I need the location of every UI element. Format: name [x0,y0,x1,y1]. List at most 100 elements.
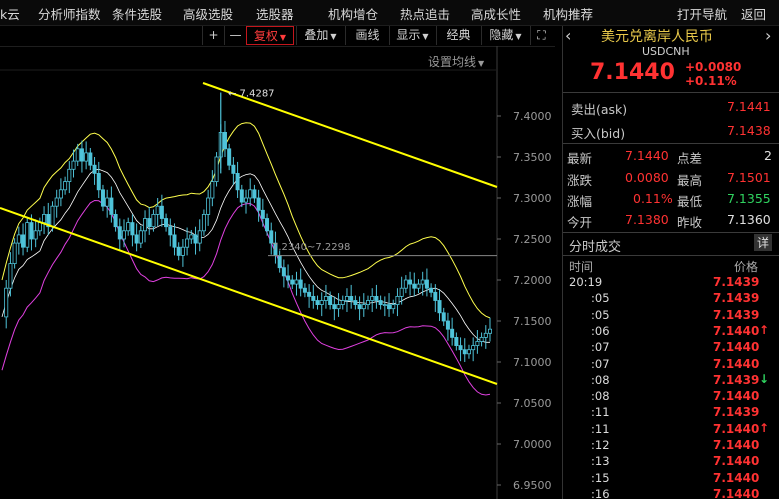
tick-price: 7.1440 [713,340,760,355]
menu-item-institution-add[interactable]: 机构增仓 [328,4,378,23]
menu-item-back[interactable]: 返回 [741,4,766,23]
classic-button[interactable]: 经典 [436,26,480,45]
candle-body [100,189,105,207]
tick-price: 7.1439 [713,307,760,322]
zoom-in-button[interactable]: + [202,26,224,45]
high-value: 7.1501 [727,170,771,185]
candle-body [298,279,303,289]
menu-item-analyst-index[interactable]: 分析师指数 [38,4,101,23]
expand-icon[interactable]: ⛶ [530,26,552,45]
candle-body [210,181,215,199]
hide-button[interactable]: 隐藏 ▼ [481,26,529,45]
draw-line-button[interactable]: 画线 [345,26,389,45]
prev-close-value: 7.1360 [727,212,771,227]
y-tick-label: 6.9500 [513,479,552,492]
pct-label: 涨幅 [567,194,593,209]
candle-body [277,254,282,269]
tick-price: 7.1439 [713,291,760,306]
candle-body [50,205,55,228]
candle-body [416,283,421,289]
menu-item-institution-pick[interactable]: 机构推荐 [543,4,593,23]
range-annotation: 7.2340~7.2298 [272,242,350,253]
ticks-detail-button[interactable]: 详 [754,234,773,251]
menu-item-screener[interactable]: 选股器 [256,4,294,23]
tick-time: :16 [591,486,610,499]
tick-time: :15 [591,470,610,485]
candle-body [265,218,270,232]
candle-body [466,349,471,355]
candle-body [92,164,97,174]
candle-body [458,345,463,351]
candle-body [328,295,333,305]
overlay-label: 叠加 [304,28,329,42]
candle-body [42,213,47,223]
time-header: 时间 [569,260,594,274]
divider [563,143,779,144]
candle-body [117,226,122,240]
candle-body [387,304,392,310]
display-button[interactable]: 显示 ▼ [389,26,435,45]
menu-item-condition-screen[interactable]: 条件选股 [112,4,162,23]
lower-band-line [1,199,491,396]
y-tick-label: 7.1500 [513,315,552,328]
next-instrument-icon[interactable]: › [765,26,771,45]
zoom-out-button[interactable]: — [224,26,246,45]
candle-body [471,345,476,351]
arrow-down-icon: ↓ [759,371,770,386]
kline-chart[interactable]: 7.4000 7.3500 7.3000 7.2500 7.2000 7.1500 7.10… [0,46,555,499]
instrument-code: USDCNH [642,45,690,58]
candlestick-chart-svg[interactable]: 7.4000 7.3500 7.3000 7.2500 7.2000 7.1500 7.10… [0,46,555,499]
candle-body [340,300,345,305]
candle-body [197,230,202,244]
candle-body [189,234,194,240]
candle-body [323,295,328,301]
menu-item-advanced-screen[interactable]: 高级选股 [183,4,233,23]
candle-body [113,213,118,228]
chevron-down-icon: ▼ [515,32,522,41]
indicator-setting-label: 设置均线 [428,55,477,69]
tick-time: :11 [591,421,610,436]
candle-body [96,173,101,191]
candle-body [420,279,425,285]
menu-item-cloud[interactable]: k云 [0,4,20,23]
ask-value: 7.1441 [727,99,771,114]
candle-body [408,279,413,285]
candle-body [365,300,370,305]
candle-body [16,234,21,244]
tick-price: 7.1440 [713,470,760,485]
divider [563,255,779,256]
candle-body [332,304,337,310]
divider [563,232,779,233]
quote-panel: ‹ 美元兑离岸人民币 › USDCNH 7.1440 +0.0080 +0.11… [562,26,779,499]
candle-body [441,312,446,322]
ticks-title: 分时成交 [569,240,622,255]
high-label: 最高 [677,173,703,188]
menu-item-open-nav[interactable]: 打开导航 [677,4,727,23]
tick-price: 7.1440 [713,323,760,338]
tick-time: 20:19 [569,275,603,289]
prev-instrument-icon[interactable]: ‹ [565,26,571,45]
tick-time: :08 [591,389,610,404]
candle-body [185,238,190,248]
overlay-button[interactable]: 叠加 ▼ [296,26,344,45]
change-value: 0.0080 [625,170,669,185]
restore-rights-button[interactable]: 复权 ▼ [246,26,294,45]
menu-item-hot-chase[interactable]: 热点追击 [400,4,450,23]
candle-body [424,279,429,289]
candle-body [307,291,312,297]
candle-body [75,148,80,162]
candle-body [206,197,211,215]
tick-price: 7.1440 [713,356,760,371]
menu-item-high-growth[interactable]: 高成长性 [471,4,521,23]
upper-band-line [1,122,491,319]
instrument-title: 美元兑离岸人民币 [601,29,713,45]
tick-price: 7.1440 [713,438,760,452]
indicator-setting-button[interactable]: 设置均线 ▼ [428,53,484,70]
latest-label: 最新 [567,151,593,166]
candle-body [361,304,366,310]
candle-body [391,304,396,310]
candle-body [252,189,257,199]
candle-body [281,267,286,277]
spread-value: 2 [764,148,772,163]
candle-body [370,295,375,301]
